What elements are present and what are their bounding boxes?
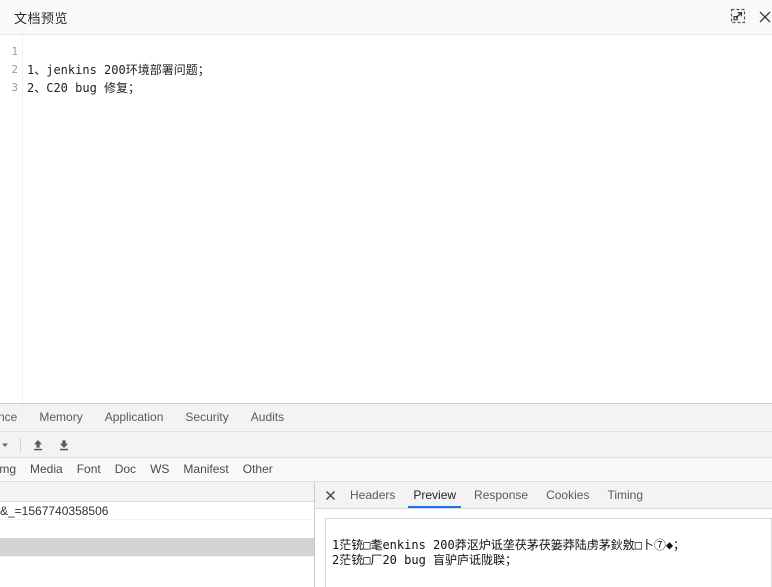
request-detail-tabbar: Headers Preview Response Cookies Timing: [315, 482, 772, 509]
tab-memory[interactable]: Memory: [28, 404, 93, 431]
close-icon[interactable]: [319, 485, 341, 505]
tab-headers[interactable]: Headers: [341, 482, 404, 508]
document-line: 3 2、C20 bug 修复；: [0, 79, 772, 97]
line-number: 1: [11, 45, 18, 58]
toolbar-divider: [20, 437, 21, 452]
tab-timing[interactable]: Timing: [598, 482, 652, 508]
tab-audits[interactable]: Audits: [240, 404, 295, 431]
preview-iframe: 1茫铳□耄enkins 200莽沤炉诋垄茯茅茯篓莽陆虏茅鈥敫□卜⑦◆； 2茫铳□…: [325, 518, 772, 587]
page-title: 文档预览: [14, 12, 69, 27]
filter-img[interactable]: Img: [0, 458, 23, 481]
filter-manifest[interactable]: Manifest: [176, 458, 235, 481]
document-preview-body: 1 2 1、jenkins 200环境部署问题； 3 2、C20 bug 修复；: [0, 35, 772, 403]
preview-text-line: 2茫铳□厂20 bug 盲驴庐诋陇聫；: [332, 553, 518, 567]
document-line-list: 1 2 1、jenkins 200环境部署问题； 3 2、C20 bug 修复；: [0, 43, 772, 97]
request-detail-pane: Headers Preview Response Cookies Timing …: [315, 482, 772, 587]
filter-other[interactable]: Other: [236, 458, 280, 481]
tab-application[interactable]: Application: [94, 404, 175, 431]
document-line: 2 1、jenkins 200环境部署问题；: [0, 61, 772, 79]
export-har-icon[interactable]: [54, 436, 74, 454]
network-toolbar: [0, 432, 772, 458]
expand-icon[interactable]: [730, 8, 748, 26]
resource-type-filters: Img Media Font Doc WS Manifest Other: [0, 458, 772, 482]
filter-ws[interactable]: WS: [143, 458, 176, 481]
filter-media[interactable]: Media: [23, 458, 70, 481]
line-number: 2: [11, 63, 18, 76]
tab-response[interactable]: Response: [465, 482, 537, 508]
tab-security[interactable]: Security: [174, 404, 239, 431]
tab-preview[interactable]: Preview: [404, 482, 465, 508]
tab-performance[interactable]: nce: [0, 404, 28, 431]
import-har-icon[interactable]: [28, 436, 48, 454]
devtools-tabbar: nce Memory Application Security Audits: [0, 404, 772, 432]
line-number: 3: [11, 81, 18, 94]
devtools-panel: nce Memory Application Security Audits: [0, 403, 772, 587]
chevron-down-icon[interactable]: [0, 437, 13, 453]
document-preview-window: 文档预览 1 2 1、jenkins 200环境部署问题； 3 2、C20 bu…: [0, 0, 772, 403]
preview-text-line: 1茫铳□耄enkins 200莽沤炉诋垄茯茅茯篓莽陆虏茅鈥敫□卜⑦◆；: [332, 538, 686, 552]
request-list-header: [0, 482, 314, 502]
tab-cookies[interactable]: Cookies: [537, 482, 598, 508]
request-list: &_=1567740358506: [0, 482, 315, 587]
line-text: 1、jenkins 200环境部署问题；: [27, 63, 210, 77]
table-row[interactable]: [0, 538, 314, 557]
table-row[interactable]: [0, 520, 314, 538]
filter-doc[interactable]: Doc: [108, 458, 143, 481]
preview-pane: 1茫铳□耄enkins 200莽沤炉诋垄茯茅茯篓莽陆虏茅鈥敫□卜⑦◆； 2茫铳□…: [315, 509, 772, 587]
line-text: 2、C20 bug 修复；: [27, 81, 141, 95]
document-preview-header: 文档预览: [0, 0, 772, 35]
document-line: 1: [0, 43, 772, 61]
network-split-pane: &_=1567740358506 Headers Preview Respons…: [0, 482, 772, 587]
filter-font[interactable]: Font: [70, 458, 108, 481]
table-row[interactable]: &_=1567740358506: [0, 502, 314, 520]
close-icon[interactable]: [756, 8, 772, 26]
